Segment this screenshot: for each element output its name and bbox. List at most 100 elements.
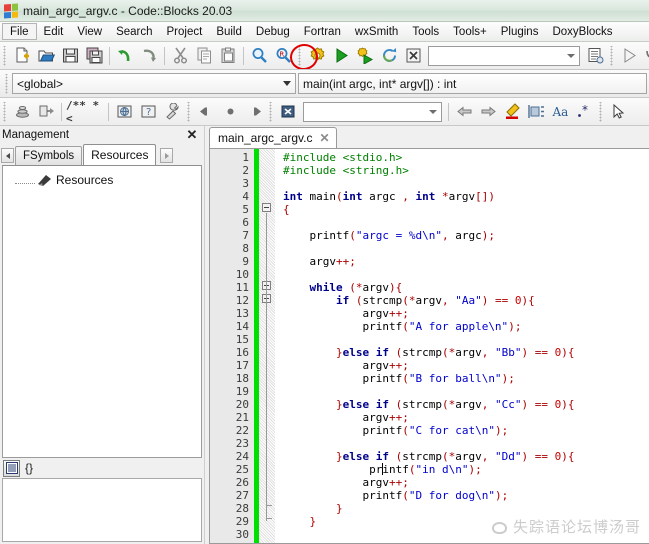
svg-text:*: * <box>582 103 588 117</box>
scopebar-grip[interactable] <box>4 73 10 94</box>
nav-forward-icon[interactable] <box>477 101 499 123</box>
menu-item-file[interactable]: File <box>2 23 37 40</box>
tree-item-resources[interactable]: Resources <box>3 171 201 189</box>
menu-item-fortran[interactable]: Fortran <box>297 22 348 41</box>
line-number: 6 <box>242 216 249 229</box>
doxyblocks-run-icon[interactable] <box>11 101 33 123</box>
fold-end-line-28 <box>266 505 272 506</box>
management-header: Management ✕ <box>0 126 204 144</box>
run-icon[interactable] <box>330 45 352 67</box>
new-file-icon[interactable] <box>11 45 33 67</box>
browse-next-marker-icon[interactable] <box>243 101 265 123</box>
menu-item-search[interactable]: Search <box>109 22 159 41</box>
tree-item-label: Resources <box>56 173 114 187</box>
replace-icon[interactable]: R <box>272 45 294 67</box>
nav-back-icon[interactable] <box>453 101 475 123</box>
build-targets-list-icon[interactable] <box>584 45 606 67</box>
toolbar-grip-doxyblocks[interactable] <box>2 101 8 122</box>
toolbar-grip-incsearch[interactable] <box>268 101 274 122</box>
line-number: 14 <box>235 320 249 333</box>
code-editor[interactable]: 1 2 3 4 5 6 7 8 9 10 11 12 13 14 15 16 17 18 19 20 21 22 23 24 2… <box>209 148 649 544</box>
code-line: argv++; <box>283 307 409 320</box>
tab-resources[interactable]: Resources <box>83 144 157 165</box>
redo-icon[interactable] <box>138 45 160 67</box>
browse-prev-marker-icon[interactable] <box>195 101 217 123</box>
toolbar-separator <box>61 102 62 121</box>
code-line: if (strcmp(*argv, "Aa") == 0){ <box>335 294 535 307</box>
menu-item-build[interactable]: Build <box>209 22 249 41</box>
function-selector[interactable]: main(int argc, int* argv[]) : int <box>298 73 647 94</box>
doxyblocks-extract-icon[interactable] <box>35 101 57 123</box>
menu-item-debug[interactable]: Debug <box>249 22 297 41</box>
undo-icon[interactable] <box>114 45 136 67</box>
cut-icon[interactable] <box>169 45 191 67</box>
doxyblocks-config-icon[interactable] <box>161 101 183 123</box>
windows-logo-icon <box>4 3 18 18</box>
doxyblocks-help-icon[interactable]: ? <box>137 101 159 123</box>
tab-scroll-left-icon[interactable] <box>1 148 14 163</box>
tab-scroll-right-icon[interactable] <box>160 148 174 163</box>
tab-fsymbols[interactable]: FSymbols <box>15 146 83 165</box>
incremental-search-icon[interactable] <box>277 101 299 123</box>
menu-item-wxsmith[interactable]: wxSmith <box>348 22 405 41</box>
save-all-icon[interactable] <box>83 45 105 67</box>
chevron-down-icon[interactable] <box>429 109 437 114</box>
menu-item-project[interactable]: Project <box>160 22 210 41</box>
incremental-search-input[interactable] <box>303 101 442 122</box>
comment-block-icon[interactable]: /** *< <box>66 99 104 125</box>
menu-item-tools-plus[interactable]: Tools+ <box>446 22 494 41</box>
management-panel: Management ✕ FSymbols Resources Resource… <box>0 126 205 544</box>
chevron-down-icon[interactable] <box>283 81 291 86</box>
debug-continue-icon[interactable] <box>618 45 640 67</box>
save-icon[interactable] <box>59 45 81 67</box>
abort-build-icon[interactable] <box>402 45 424 67</box>
line-number: 20 <box>235 398 249 411</box>
build-target-combo[interactable] <box>428 45 580 66</box>
paste-icon[interactable] <box>217 45 239 67</box>
toolbar-grip-browsetracker[interactable] <box>186 101 192 122</box>
toolbar-grip-debug[interactable] <box>609 45 615 66</box>
toolbar-separator <box>164 46 165 65</box>
line-number: 27 <box>235 489 249 502</box>
line-number: 2 <box>242 164 249 177</box>
resources-tree[interactable]: Resources <box>2 165 202 458</box>
menu-item-doxyblocks[interactable]: DoxyBlocks <box>545 22 619 41</box>
match-case-icon[interactable]: Aa <box>549 101 571 123</box>
select-pointer-icon[interactable] <box>607 101 629 123</box>
browse-toggle-marker-icon[interactable] <box>219 101 241 123</box>
regex-icon[interactable]: * <box>573 101 595 123</box>
align-icon[interactable] <box>525 101 547 123</box>
build-icon[interactable] <box>306 45 328 67</box>
open-file-icon[interactable] <box>35 45 57 67</box>
line-number: 16 <box>235 346 249 359</box>
build-and-run-icon[interactable] <box>354 45 376 67</box>
fold-toggle-line-5[interactable] <box>262 203 271 212</box>
close-icon[interactable]: ✕ <box>320 131 330 145</box>
find-icon[interactable] <box>248 45 270 67</box>
step-into-icon[interactable] <box>642 45 649 67</box>
menu-item-edit[interactable]: Edit <box>37 22 71 41</box>
code-content[interactable]: #include <stdio.h> #include <string.h> in… <box>275 149 649 543</box>
toolbar-grip[interactable] <box>2 45 8 66</box>
menu-item-plugins[interactable]: Plugins <box>494 22 546 41</box>
fold-margin[interactable] <box>259 149 275 543</box>
highlight-pen-icon[interactable] <box>501 101 523 123</box>
close-icon[interactable]: ✕ <box>184 127 200 143</box>
menu-item-view[interactable]: View <box>70 22 109 41</box>
list-view-icon[interactable] <box>3 459 20 477</box>
scope-selector[interactable]: <global> <box>12 73 296 94</box>
editor-tab-main-argc-argv-c[interactable]: main_argc_argv.c ✕ <box>209 127 337 148</box>
doxyblocks-html-icon[interactable] <box>113 101 135 123</box>
copy-icon[interactable] <box>193 45 215 67</box>
svg-text:Aa: Aa <box>552 105 568 119</box>
management-title: Management <box>2 129 70 141</box>
rebuild-icon[interactable] <box>378 45 400 67</box>
line-number: 30 <box>235 528 249 541</box>
menu-item-tools[interactable]: Tools <box>405 22 446 41</box>
toolbar-grip-compiler[interactable] <box>297 45 303 66</box>
chevron-down-icon[interactable] <box>567 53 575 58</box>
window-titlebar: main_argc_argv.c - Code::Blocks 20.03 <box>0 0 649 22</box>
toolbar-grip-pointer[interactable] <box>598 101 604 122</box>
